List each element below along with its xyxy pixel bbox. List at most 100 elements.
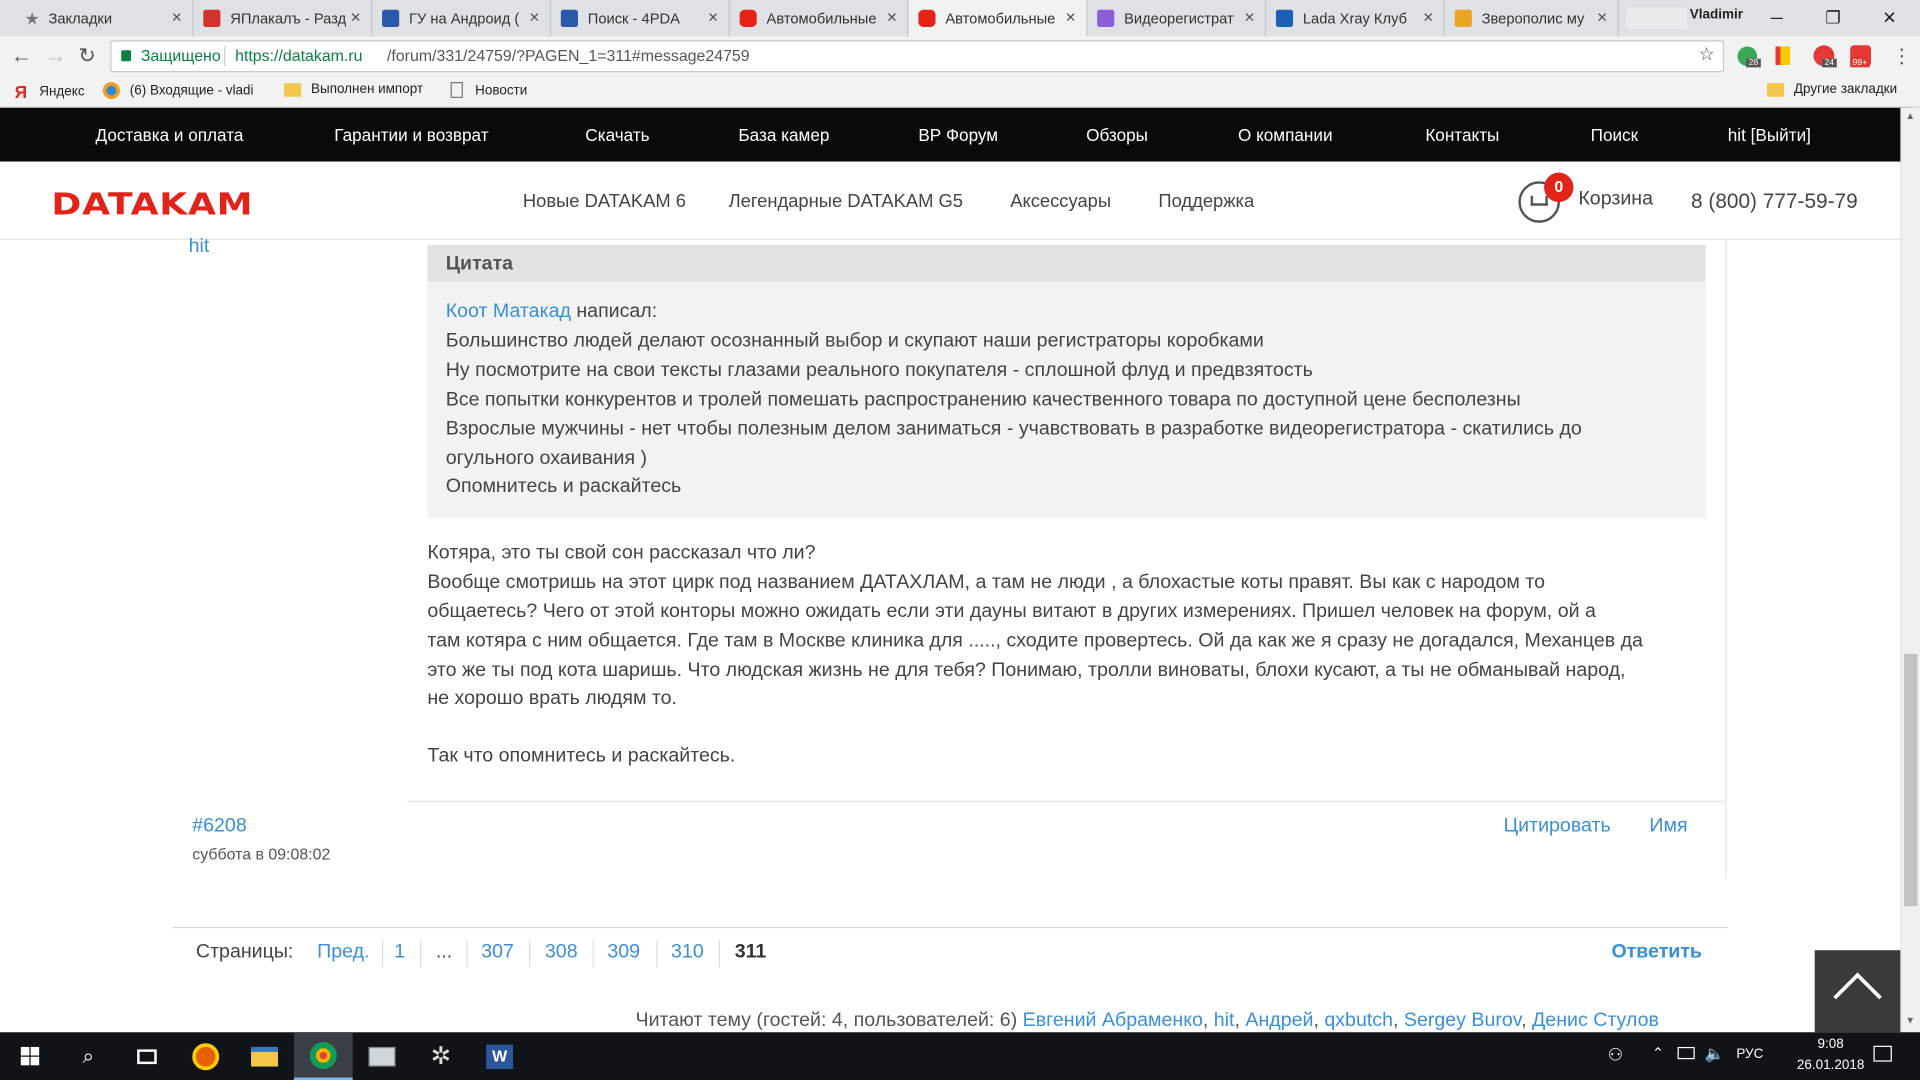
clock-date[interactable]: 26.01.2018 xyxy=(1793,1058,1869,1073)
address-bar: ← → ↻ Защищено https://datakam.ru /forum… xyxy=(0,36,1920,76)
minimize-icon[interactable]: ─ xyxy=(1749,0,1805,37)
top-menu-camera-base[interactable]: База камер xyxy=(738,125,829,145)
pagination-page[interactable]: 307 xyxy=(481,942,514,964)
top-menu-contacts[interactable]: Контакты xyxy=(1425,125,1499,145)
close-icon[interactable]: ✕ xyxy=(171,10,182,26)
top-menu-forum[interactable]: ВР Форум xyxy=(918,125,998,145)
reader-user[interactable]: qxbutch xyxy=(1324,1010,1393,1031)
bookmark-mail[interactable]: (6) Входящие - vladi xyxy=(102,82,277,100)
top-menu-user[interactable]: hit [Выйти] xyxy=(1728,125,1811,145)
site-logo[interactable]: DATAKAM xyxy=(51,186,253,222)
quote-author[interactable]: Коот Матакад xyxy=(446,301,571,322)
windows-start-icon[interactable] xyxy=(0,1032,59,1080)
pagination-page[interactable]: 1 xyxy=(394,942,405,964)
close-icon[interactable]: ✕ xyxy=(886,10,897,26)
tab-3[interactable]: Поиск - 4PDA ✕ xyxy=(551,0,730,37)
chevron-up-icon xyxy=(1833,972,1882,1021)
bookmark-folder[interactable]: Выполнен импорт xyxy=(284,82,423,97)
reload-icon[interactable]: ↻ xyxy=(78,44,95,68)
close-window-icon[interactable]: ✕ xyxy=(1861,0,1917,37)
reader-user[interactable]: Евгений Абраменко xyxy=(1023,1010,1203,1031)
tab-2[interactable]: ГУ на Андроид ( ✕ xyxy=(372,0,552,37)
tab-title: Lada Xray Клуб xyxy=(1302,9,1408,27)
tab-6[interactable]: Видеорегистрат ✕ xyxy=(1087,0,1267,37)
main-menu-accessories[interactable]: Аксессуары xyxy=(1010,191,1111,212)
bookmark-flag-icon[interactable] xyxy=(1775,46,1791,65)
close-icon[interactable]: ✕ xyxy=(1423,10,1434,26)
network-icon[interactable] xyxy=(1677,1046,1695,1060)
tab-4[interactable]: Автомобильные ✕ xyxy=(730,0,909,37)
reply-button[interactable]: Ответить xyxy=(1611,942,1702,964)
action-center-icon[interactable] xyxy=(1873,1045,1892,1062)
main-menu-datakam6[interactable]: Новые DATAKAM 6 xyxy=(523,191,686,212)
close-icon[interactable]: ✕ xyxy=(1065,10,1076,26)
task-view-icon[interactable] xyxy=(118,1032,177,1080)
profile-name[interactable]: Vladimir xyxy=(1690,7,1743,22)
clock-time[interactable]: 9:08 xyxy=(1798,1037,1864,1052)
close-icon[interactable]: ✕ xyxy=(529,10,540,26)
chrome-icon[interactable] xyxy=(293,1032,353,1080)
menu-icon[interactable]: ⋮ xyxy=(1892,44,1912,68)
top-menu-about[interactable]: О компании xyxy=(1238,125,1333,145)
bookmark-news[interactable]: Новости xyxy=(450,82,527,98)
bookmark-star-icon[interactable]: ☆ xyxy=(1698,40,1714,69)
tab-5-active[interactable]: Автомобильные ✕ xyxy=(908,0,1088,37)
cart-count-badge: 0 xyxy=(1544,172,1574,203)
url-field[interactable]: Защищено https://datakam.ru /forum/331/2… xyxy=(110,40,1725,73)
tab-7[interactable]: Lada Xray Клуб ✕ xyxy=(1266,0,1445,37)
people-icon[interactable]: ⚇ xyxy=(1608,1044,1623,1065)
forward-icon[interactable]: → xyxy=(45,44,66,68)
tab-title: Видеорегистрат xyxy=(1124,9,1234,27)
main-menu-datakam-g5[interactable]: Легендарные DATAKAM G5 xyxy=(729,191,963,212)
search-icon[interactable]: ⌕ xyxy=(59,1032,118,1080)
bookmark-yandex[interactable]: Я Яндекс xyxy=(15,82,85,102)
reader-user[interactable]: Денис Стулов xyxy=(1532,1010,1659,1031)
close-icon[interactable]: ✕ xyxy=(1596,10,1607,26)
tab-0[interactable]: ★ Закладки ✕ xyxy=(15,0,194,37)
top-menu-delivery[interactable]: Доставка и оплата xyxy=(96,125,244,145)
volume-icon[interactable]: 🔈 xyxy=(1705,1044,1725,1064)
pagination-page[interactable]: 308 xyxy=(545,942,578,964)
tab-8[interactable]: Зверополис му ✕ xyxy=(1445,0,1619,37)
chevron-up-icon[interactable]: ⌃ xyxy=(1652,1044,1664,1061)
app-icon[interactable] xyxy=(353,1032,412,1080)
name-button[interactable]: Имя xyxy=(1649,816,1687,838)
post-author[interactable]: hit xyxy=(189,236,210,258)
scroll-up-arrow-icon[interactable]: ▲ xyxy=(1905,110,1915,121)
close-icon[interactable]: ✕ xyxy=(707,10,718,26)
tab-1[interactable]: ЯПлакалъ - Разд ✕ xyxy=(193,0,373,37)
maximize-icon[interactable]: ❐ xyxy=(1805,0,1861,37)
scroll-top-button[interactable] xyxy=(1814,950,1901,1033)
reader-user[interactable]: Андрей xyxy=(1245,1010,1313,1031)
file-explorer-icon[interactable] xyxy=(235,1032,294,1080)
top-menu-reviews[interactable]: Обзоры xyxy=(1086,125,1148,145)
top-menu-download[interactable]: Скачать xyxy=(585,125,649,145)
firefox-icon[interactable] xyxy=(176,1032,235,1080)
cart-label[interactable]: Корзина xyxy=(1578,189,1653,211)
phone-number[interactable]: 8 (800) 777-59-79 xyxy=(1691,190,1858,214)
other-bookmarks[interactable]: Другие закладки xyxy=(1766,82,1897,97)
word-icon[interactable]: W xyxy=(470,1032,529,1080)
lock-icon xyxy=(121,50,132,62)
pagination-page[interactable]: 310 xyxy=(671,942,704,964)
scrollbar-thumb[interactable] xyxy=(1904,653,1918,907)
site-top-menu: Доставка и оплата Гарантии и возврат Ска… xyxy=(0,107,1911,162)
top-menu-search[interactable]: Поиск xyxy=(1591,125,1639,145)
quote-button[interactable]: Цитировать xyxy=(1504,816,1611,838)
scrollbar[interactable]: ▲ ▼ xyxy=(1900,107,1920,1033)
tool-icon[interactable]: ✲ xyxy=(411,1032,470,1080)
language-indicator[interactable]: РУС xyxy=(1736,1047,1763,1062)
close-icon[interactable]: ✕ xyxy=(1244,10,1255,26)
new-tab-button[interactable] xyxy=(1626,7,1688,30)
reader-user[interactable]: hit xyxy=(1214,1010,1235,1031)
scroll-down-arrow-icon[interactable]: ▼ xyxy=(1905,1015,1915,1026)
post-number[interactable]: #6208 xyxy=(192,816,246,838)
main-menu-support[interactable]: Поддержка xyxy=(1158,191,1254,212)
back-icon[interactable]: ← xyxy=(11,44,32,68)
close-icon[interactable]: ✕ xyxy=(350,10,361,26)
pagination-prev[interactable]: Пред. xyxy=(317,942,369,964)
reader-user[interactable]: Sergey Burov xyxy=(1404,1010,1521,1031)
top-menu-warranty[interactable]: Гарантии и возврат xyxy=(334,125,488,145)
pagination-page[interactable]: 309 xyxy=(607,942,640,964)
quote-line: Опомнитесь и раскайтесь xyxy=(445,476,682,498)
